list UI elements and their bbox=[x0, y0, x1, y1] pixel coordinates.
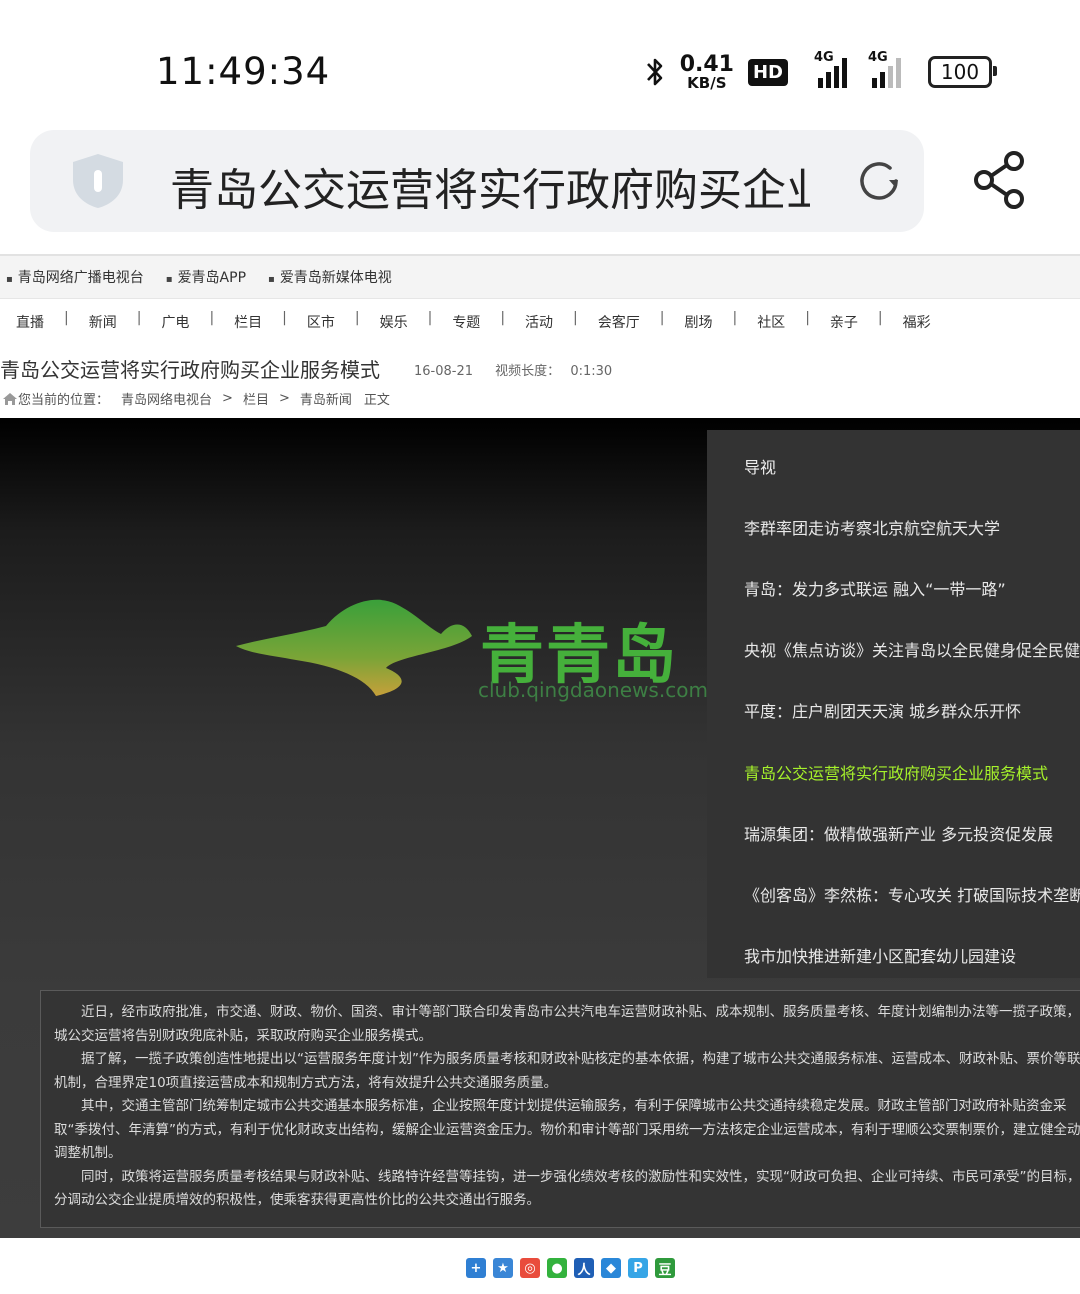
summary-paragraph: 据了解，一揽子政策创造性地提出以“运营服务年度计划”作为服务质量考核和财政补贴核… bbox=[54, 1051, 1080, 1091]
playlist-header[interactable]: 导视 bbox=[744, 454, 776, 478]
home-icon bbox=[3, 392, 17, 405]
nav-item-districts[interactable]: 区市 bbox=[307, 310, 335, 334]
article-date: 16-08-21 bbox=[414, 364, 474, 379]
address-bar[interactable]: 青岛公交运营将实行政府购买企业服务模式 bbox=[30, 130, 924, 232]
security-shield-icon[interactable] bbox=[70, 152, 126, 210]
nav-item-events[interactable]: 活动 bbox=[525, 310, 553, 334]
nav-item-live[interactable]: 直播 bbox=[16, 310, 44, 334]
summary-paragraph: 同时，政策将运营服务质量考核结果与财政补贴、线路特许经营等挂钩，进一步强化绩效考… bbox=[54, 1168, 1080, 1209]
video-duration: 0:1:30 bbox=[570, 364, 613, 379]
tencent-weibo-icon[interactable]: P bbox=[628, 1258, 648, 1278]
top-link-new-media-tv[interactable]: 爱青岛新媒体电视 bbox=[268, 256, 392, 302]
nav-item-news[interactable]: 新闻 bbox=[89, 310, 117, 334]
hd-voice-icon: HD bbox=[747, 58, 788, 86]
nav-item-community[interactable]: 社区 bbox=[757, 310, 785, 334]
nav-item-theater[interactable]: 剧场 bbox=[684, 310, 712, 334]
top-link-qingdao-tv[interactable]: 青岛网络广播电视台 bbox=[6, 256, 144, 302]
playlist-item-active[interactable]: 青岛公交运营将实行政府购买企业服务模式 bbox=[744, 760, 1048, 784]
breadcrumb-item-columns[interactable]: 栏目 bbox=[243, 389, 269, 408]
breadcrumb: 您当前的位置： 青岛网络电视台 > 栏目 > 青岛新闻 正文 bbox=[2, 389, 390, 408]
playlist-item[interactable]: 瑞源集团：做精做强新产业 多元投资促发展 bbox=[744, 821, 1053, 845]
network-speed: 0.41 KB/S bbox=[679, 51, 734, 92]
playlist-item[interactable]: 青岛：发力多式联运 融入“一带一路” bbox=[744, 576, 1006, 600]
weibo-icon[interactable]: ◎ bbox=[520, 1258, 540, 1278]
nav-item-lottery[interactable]: 福彩 bbox=[903, 310, 931, 334]
playlist-item[interactable]: 《创客岛》李然栋：专心攻关 打破国际技术垄断 bbox=[744, 882, 1080, 906]
breadcrumb-suffix: 正文 bbox=[363, 393, 390, 408]
battery-icon: 100 bbox=[928, 56, 997, 88]
top-link-app[interactable]: 爱青岛APP bbox=[166, 256, 246, 302]
main-nav: 直播 | 新闻 | 广电 | 栏目 | 区市 | 娱乐 | 专题 | 活动 | 会客厅 | 剧场 |… bbox=[16, 310, 931, 334]
duration-label: 视频长度： bbox=[495, 364, 561, 379]
nav-item-entertainment[interactable]: 娱乐 bbox=[380, 310, 408, 334]
nav-item-columns[interactable]: 栏目 bbox=[234, 310, 262, 334]
renren-icon[interactable]: 人 bbox=[574, 1258, 594, 1278]
signal-sim1-icon: 4G bbox=[802, 50, 854, 88]
breadcrumb-prefix: 您当前的位置： bbox=[18, 393, 110, 408]
more-share-icon[interactable]: + bbox=[466, 1258, 486, 1278]
social-share-bar: + ★ ◎ ● 人 ◆ P 豆 bbox=[466, 1258, 675, 1278]
status-icons: 0.41 KB/S HD 4G 4G 100 bbox=[644, 50, 997, 92]
qq-icon[interactable]: ◆ bbox=[601, 1258, 621, 1278]
playlist-item[interactable]: 我市加快推进新建小区配套幼儿园建设 bbox=[744, 943, 1016, 967]
article-meta: 16-08-21 视频长度： 0:1:30 bbox=[414, 360, 612, 379]
douban-icon[interactable]: 豆 bbox=[655, 1258, 675, 1278]
share-icon[interactable] bbox=[972, 150, 1028, 210]
playlist-item[interactable]: 央视《焦点访谈》关注青岛以全民健身促全民健康 bbox=[744, 637, 1080, 661]
breadcrumb-item-news[interactable]: 青岛新闻 bbox=[300, 389, 352, 408]
nav-item-topics[interactable]: 专题 bbox=[452, 310, 480, 334]
summary-paragraph: 近日，经市政府批准，市交通、财政、物价、国资、审计等部门联合印发青岛市公共汽电车… bbox=[54, 1004, 1080, 1044]
video-playlist: 导视 李群率团走访考察北京航空航天大学 青岛：发力多式联运 融入“一带一路” 央… bbox=[707, 430, 1080, 978]
nav-item-parenting[interactable]: 亲子 bbox=[830, 310, 858, 334]
signal-sim2-icon: 4G bbox=[868, 50, 914, 88]
summary-paragraph: 其中，交通主管部门统筹制定城市公共交通基本服务标准，企业按照年度计划提供运输服务… bbox=[54, 1098, 1080, 1161]
page-title-in-address-bar[interactable]: 青岛公交运营将实行政府购买企业服务模式 bbox=[170, 154, 810, 218]
nav-item-lounge[interactable]: 会客厅 bbox=[598, 310, 640, 334]
status-time: 11:49:34 bbox=[156, 50, 331, 93]
top-links-bar: 青岛网络广播电视台 爱青岛APP 爱青岛新媒体电视 bbox=[0, 254, 1080, 299]
reload-icon[interactable] bbox=[856, 158, 902, 204]
article-summary: 近日，经市政府批准，市交通、财政、物价、国资、审计等部门联合印发青岛市公共汽电车… bbox=[40, 990, 1080, 1228]
playlist-item[interactable]: 平度：庄户剧团天天演 城乡群众乐开怀 bbox=[744, 698, 1021, 722]
playlist-item[interactable]: 李群率团走访考察北京航空航天大学 bbox=[744, 515, 1000, 539]
article-title: 青岛公交运营将实行政府购买企业服务模式 bbox=[0, 358, 380, 382]
nav-item-broadcast[interactable]: 广电 bbox=[161, 310, 189, 334]
logo-url: club.qingdaonews.com bbox=[478, 678, 708, 702]
bluetooth-icon bbox=[646, 58, 663, 86]
status-bar: 11:49:34 0.41 KB/S HD 4G 4G 100 bbox=[0, 0, 1080, 130]
breadcrumb-item-tv[interactable]: 青岛网络电视台 bbox=[121, 389, 212, 408]
wechat-icon[interactable]: ● bbox=[547, 1258, 567, 1278]
qzone-icon[interactable]: ★ bbox=[493, 1258, 513, 1278]
